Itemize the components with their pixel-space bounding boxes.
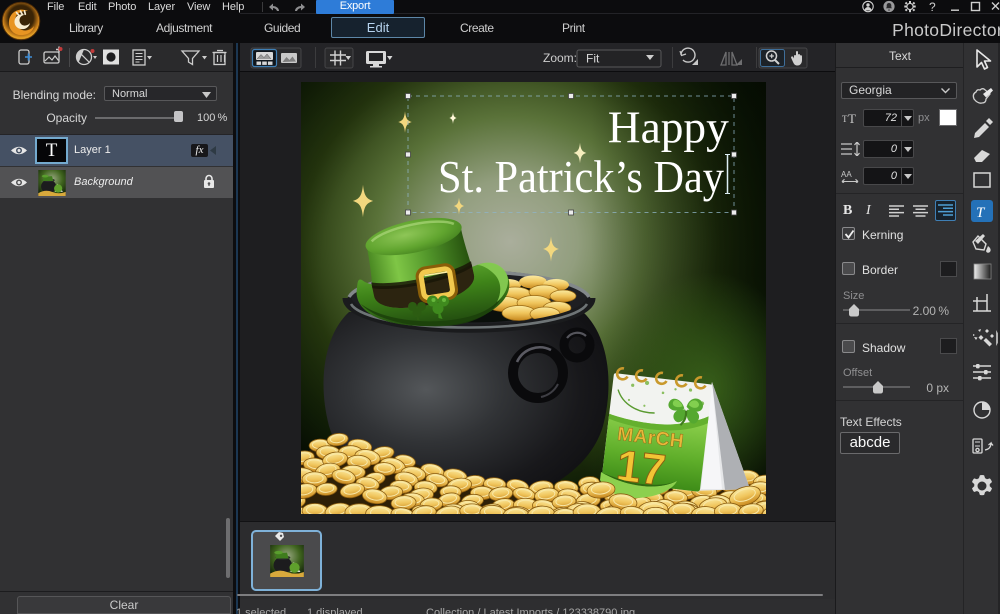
- svg-text:?: ?: [929, 0, 936, 14]
- svg-text:Fit: Fit: [586, 52, 600, 66]
- svg-text:Happy: Happy: [608, 103, 729, 153]
- svg-text:St. Patrick’s Day: St. Patrick’s Day: [438, 152, 724, 202]
- svg-text:Zoom:: Zoom:: [543, 51, 577, 65]
- svg-text:T: T: [848, 111, 856, 125]
- svg-text:AA: AA: [841, 170, 852, 179]
